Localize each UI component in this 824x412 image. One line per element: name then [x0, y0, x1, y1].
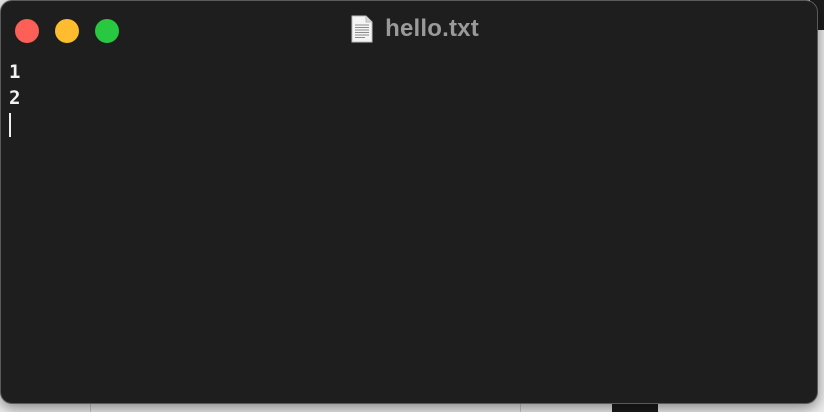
text-editor-window: hello.txt 1 2 [0, 0, 818, 404]
text-caret [9, 113, 11, 137]
editor-line[interactable]: 1 [9, 59, 809, 85]
text-document-icon [351, 15, 373, 43]
text-editor-area[interactable]: 1 2 [9, 59, 809, 395]
editor-line[interactable]: 2 [9, 85, 809, 111]
title-bar[interactable]: hello.txt [1, 1, 817, 57]
background-divider [520, 404, 521, 412]
background-divider [90, 404, 91, 412]
window-title: hello.txt [385, 15, 479, 42]
window-title-group: hello.txt [1, 14, 817, 44]
editor-line[interactable] [9, 111, 809, 137]
